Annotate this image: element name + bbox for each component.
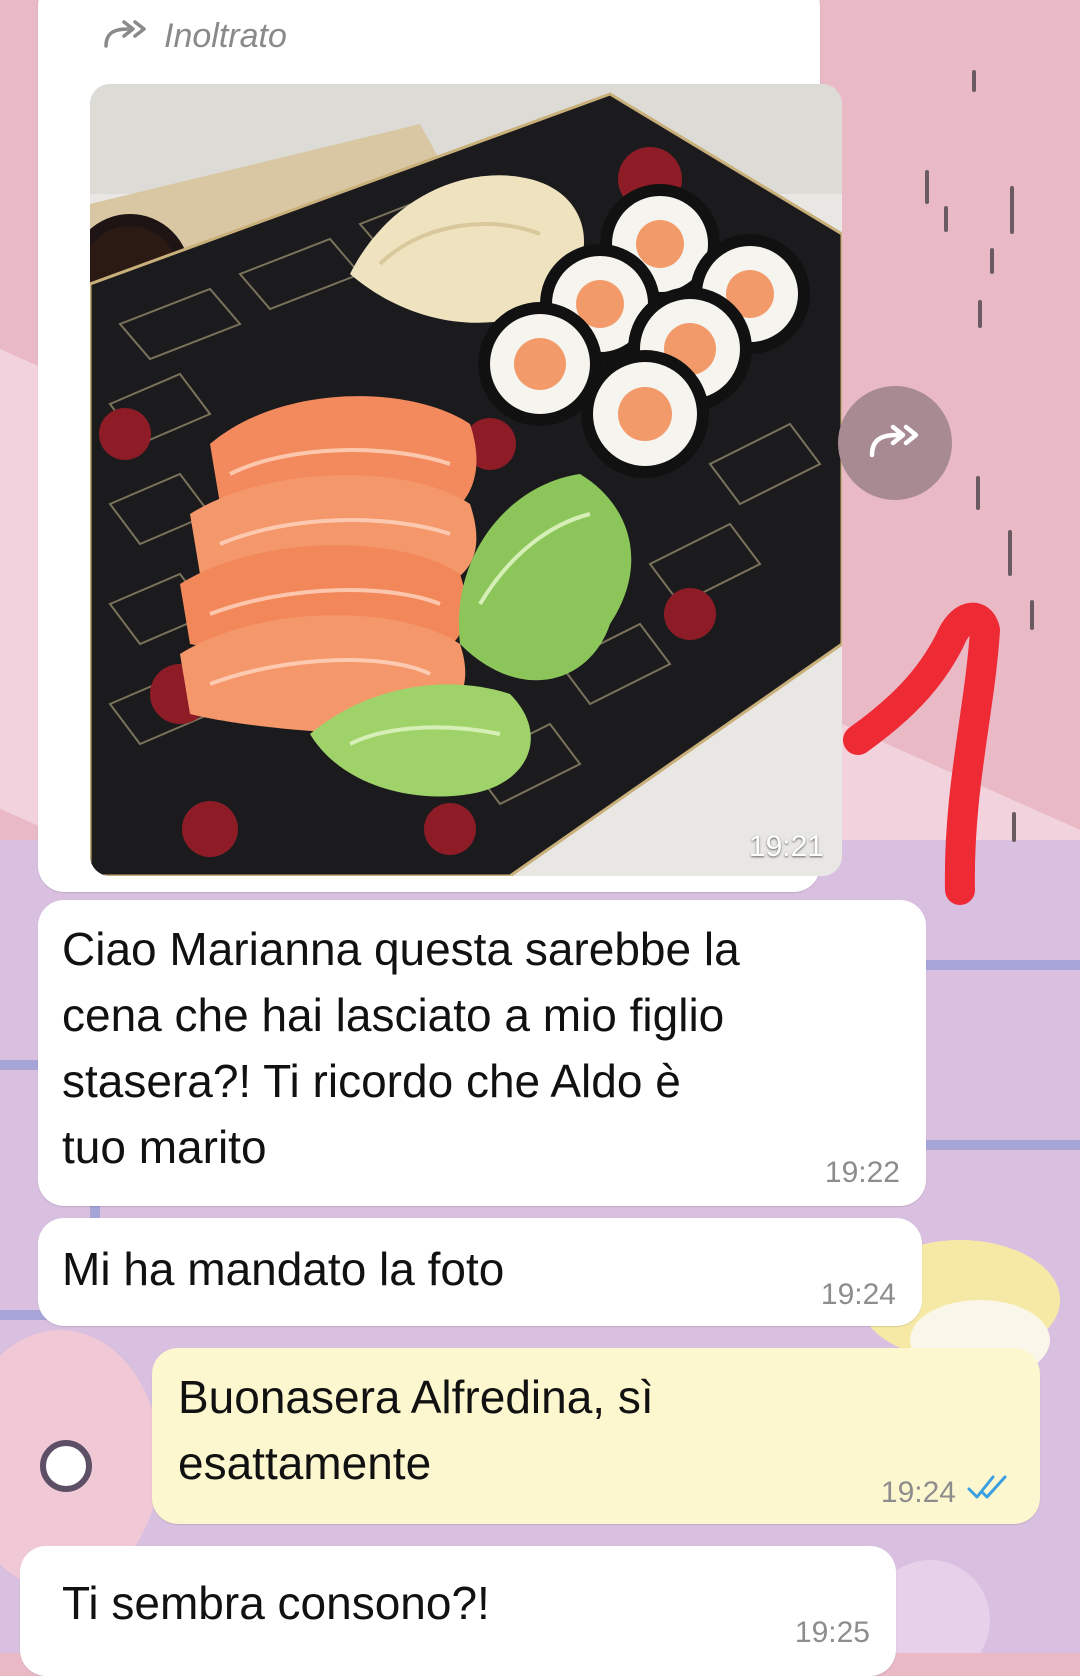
forward-icon bbox=[867, 423, 923, 464]
message-timestamp: 19:22 bbox=[824, 1156, 900, 1189]
message-timestamp: 19:25 bbox=[794, 1616, 870, 1649]
forward-button[interactable] bbox=[838, 386, 952, 500]
sushi-photo[interactable]: 19:21 bbox=[90, 84, 842, 876]
message-bubble-outgoing[interactable]: Buonasera Alfredina, sì esattamente 19:2… bbox=[152, 1348, 1040, 1524]
double-check-icon bbox=[966, 1473, 1010, 1506]
message-bubble-incoming[interactable]: Mi ha mandato la foto 19:24 bbox=[38, 1218, 922, 1326]
message-text: Buonasera Alfredina, sì esattamente bbox=[178, 1371, 654, 1489]
message-text: Ciao Marianna questa sarebbe la cena che… bbox=[62, 923, 740, 1173]
photo-timestamp: 19:21 bbox=[748, 830, 824, 863]
forward-icon bbox=[102, 19, 150, 54]
message-bubble-incoming[interactable]: Ti sembra consono?! 19:25 bbox=[20, 1546, 896, 1676]
forwarded-header: Inoltrato bbox=[102, 14, 287, 58]
forwarded-photo-message[interactable]: Inoltrato 19:21 bbox=[38, 0, 842, 892]
message-bubble-incoming[interactable]: Ciao Marianna questa sarebbe la cena che… bbox=[38, 900, 926, 1206]
message-text: Ti sembra consono?! bbox=[62, 1577, 490, 1629]
red-number-annotation bbox=[840, 590, 1000, 915]
message-timestamp: 19:24 bbox=[820, 1278, 896, 1311]
message-text: Mi ha mandato la foto bbox=[62, 1243, 505, 1295]
message-timestamp: 19:24 bbox=[880, 1476, 956, 1509]
forwarded-label: Inoltrato bbox=[164, 16, 287, 55]
